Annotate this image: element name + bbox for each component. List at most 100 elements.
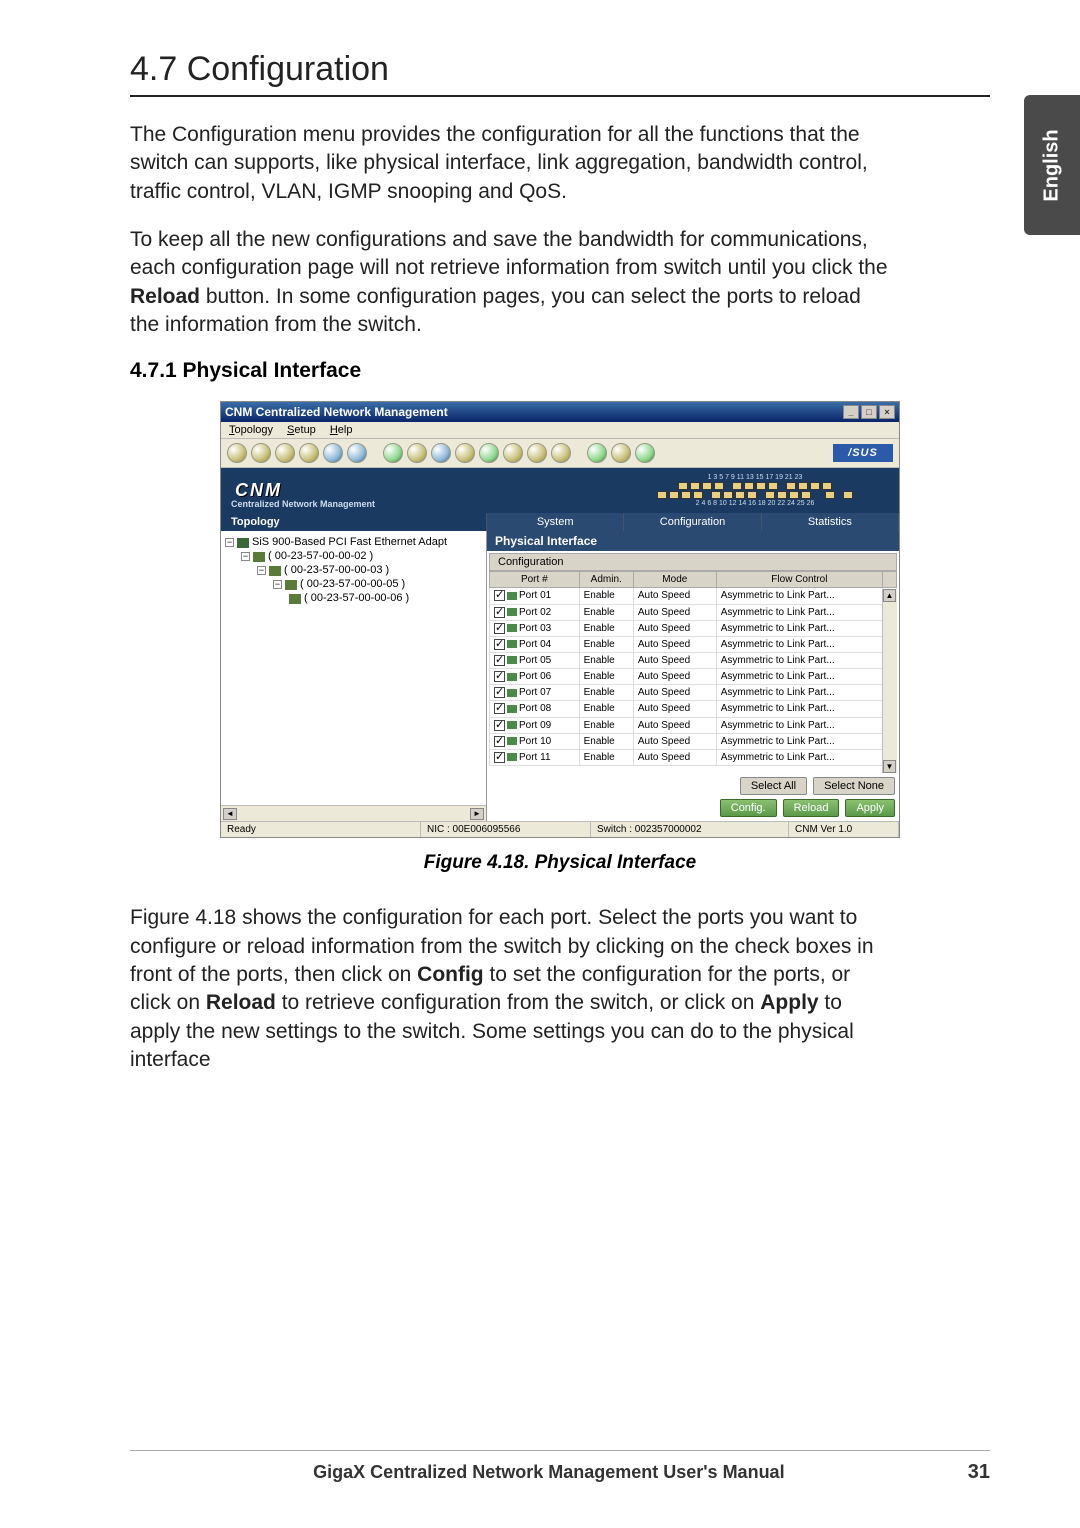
toolbar-icon[interactable] xyxy=(383,443,403,463)
tab-statistics[interactable]: Statistics xyxy=(762,513,899,531)
port-cell[interactable]: Port 09 xyxy=(490,717,580,733)
admin-cell: Enable xyxy=(579,733,633,749)
close-button[interactable]: × xyxy=(879,405,895,419)
port-cell[interactable]: Port 04 xyxy=(490,636,580,652)
table-row[interactable]: Port 05EnableAuto SpeedAsymmetric to Lin… xyxy=(490,652,897,668)
select-none-button[interactable]: Select None xyxy=(813,777,895,795)
table-row[interactable]: Port 03EnableAuto SpeedAsymmetric to Lin… xyxy=(490,620,897,636)
tree-node[interactable]: −( 00-23-57-00-00-05 ) xyxy=(225,577,482,591)
menu-help[interactable]: Help xyxy=(330,424,353,436)
tree-node[interactable]: −( 00-23-57-00-00-03 ) xyxy=(225,563,482,577)
col-mode[interactable]: Mode xyxy=(633,572,716,588)
menu-topology[interactable]: Topology xyxy=(229,424,273,436)
mode-cell: Auto Speed xyxy=(633,717,716,733)
heading-rule xyxy=(130,95,990,97)
checkbox-icon[interactable] xyxy=(494,736,505,747)
col-admin[interactable]: Admin. xyxy=(579,572,633,588)
toolbar-icon[interactable] xyxy=(587,443,607,463)
checkbox-icon[interactable] xyxy=(494,687,505,698)
checkbox-icon[interactable] xyxy=(494,623,505,634)
window-titlebar[interactable]: CNM Centralized Network Management _ □ × xyxy=(221,402,899,422)
screenshot-container: CNM Centralized Network Management _ □ ×… xyxy=(130,401,990,838)
toolbar-icon[interactable] xyxy=(455,443,475,463)
menu-setup[interactable]: Setup xyxy=(287,424,316,436)
mode-cell: Auto Speed xyxy=(633,701,716,717)
p3-apply: Apply xyxy=(760,991,818,1014)
status-ready: Ready xyxy=(221,822,421,837)
checkbox-icon[interactable] xyxy=(494,752,505,763)
config-button[interactable]: Config. xyxy=(720,799,777,817)
col-flow[interactable]: Flow Control xyxy=(716,572,882,588)
apply-button[interactable]: Apply xyxy=(845,799,895,817)
tree-node[interactable]: ( 00-23-57-00-00-06 ) xyxy=(225,591,482,605)
reload-button[interactable]: Reload xyxy=(783,799,840,817)
toolbar-icon[interactable] xyxy=(635,443,655,463)
scroll-left-icon[interactable]: ◄ xyxy=(223,808,237,820)
table-row[interactable]: Port 10EnableAuto SpeedAsymmetric to Lin… xyxy=(490,733,897,749)
scroll-up-icon[interactable]: ▲ xyxy=(883,589,896,602)
tree-hscroll[interactable]: ◄ ► xyxy=(221,805,486,821)
toolbar-icon[interactable] xyxy=(407,443,427,463)
table-row[interactable]: Port 09EnableAuto SpeedAsymmetric to Lin… xyxy=(490,717,897,733)
toolbar-icon[interactable] xyxy=(299,443,319,463)
toolbar-icon[interactable] xyxy=(479,443,499,463)
checkbox-icon[interactable] xyxy=(494,671,505,682)
toolbar-icon[interactable] xyxy=(551,443,571,463)
checkbox-icon[interactable] xyxy=(494,590,505,601)
brand-logo: /SUS xyxy=(833,444,893,462)
port-icon xyxy=(507,689,517,697)
admin-cell: Enable xyxy=(579,701,633,717)
intro-paragraph-2: To keep all the new configurations and s… xyxy=(130,226,890,339)
port-cell[interactable]: Port 07 xyxy=(490,685,580,701)
port-cell[interactable]: Port 03 xyxy=(490,620,580,636)
port-cell[interactable]: Port 05 xyxy=(490,652,580,668)
port-icon xyxy=(507,640,517,648)
device-banner: CNM Centralized Network Management 1 3 5… xyxy=(221,468,899,513)
tab-topology[interactable]: Topology xyxy=(221,513,487,531)
scroll-right-icon[interactable]: ► xyxy=(470,808,484,820)
toolbar-icon[interactable] xyxy=(611,443,631,463)
port-cell[interactable]: Port 08 xyxy=(490,701,580,717)
toolbar-icon[interactable] xyxy=(323,443,343,463)
toolbar-icon[interactable] xyxy=(527,443,547,463)
tree-root[interactable]: −SiS 900-Based PCI Fast Ethernet Adapt xyxy=(225,535,482,549)
port-grid: Port # Admin. Mode Flow Control Port 01E… xyxy=(489,571,897,773)
table-row[interactable]: Port 01EnableAuto SpeedAsymmetric to Lin… xyxy=(490,588,897,604)
port-cell[interactable]: Port 01 xyxy=(490,588,580,604)
tree-node[interactable]: −( 00-23-57-00-00-02 ) xyxy=(225,549,482,563)
status-switch: Switch : 002357000002 xyxy=(591,822,789,837)
port-cell[interactable]: Port 11 xyxy=(490,749,580,765)
port-cell[interactable]: Port 10 xyxy=(490,733,580,749)
table-row[interactable]: Port 08EnableAuto SpeedAsymmetric to Lin… xyxy=(490,701,897,717)
checkbox-icon[interactable] xyxy=(494,607,505,618)
toolbar-icon[interactable] xyxy=(503,443,523,463)
toolbar-icon[interactable] xyxy=(431,443,451,463)
table-row[interactable]: Port 11EnableAuto SpeedAsymmetric to Lin… xyxy=(490,749,897,765)
admin-cell: Enable xyxy=(579,749,633,765)
checkbox-icon[interactable] xyxy=(494,655,505,666)
port-cell[interactable]: Port 02 xyxy=(490,604,580,620)
select-all-button[interactable]: Select All xyxy=(740,777,807,795)
checkbox-icon[interactable] xyxy=(494,720,505,731)
scroll-down-icon[interactable]: ▼ xyxy=(883,760,896,773)
table-row[interactable]: Port 07EnableAuto SpeedAsymmetric to Lin… xyxy=(490,685,897,701)
checkbox-icon[interactable] xyxy=(494,703,505,714)
checkbox-icon[interactable] xyxy=(494,639,505,650)
toolbar-icon[interactable] xyxy=(275,443,295,463)
grid-vscroll[interactable]: ▲ ▼ xyxy=(882,589,897,773)
tab-system[interactable]: System xyxy=(487,513,624,531)
admin-cell: Enable xyxy=(579,717,633,733)
minimize-button[interactable]: _ xyxy=(843,405,859,419)
col-port[interactable]: Port # xyxy=(490,572,580,588)
tab-configuration[interactable]: Configuration xyxy=(624,513,761,531)
table-row[interactable]: Port 04EnableAuto SpeedAsymmetric to Lin… xyxy=(490,636,897,652)
toolbar-icon[interactable] xyxy=(227,443,247,463)
flow-cell: Asymmetric to Link Part... xyxy=(716,636,882,652)
toolbar-icon[interactable] xyxy=(347,443,367,463)
table-row[interactable]: Port 06EnableAuto SpeedAsymmetric to Lin… xyxy=(490,669,897,685)
table-row[interactable]: Port 02EnableAuto SpeedAsymmetric to Lin… xyxy=(490,604,897,620)
port-cell[interactable]: Port 06 xyxy=(490,669,580,685)
port-icon xyxy=(507,673,517,681)
toolbar-icon[interactable] xyxy=(251,443,271,463)
maximize-button[interactable]: □ xyxy=(861,405,877,419)
